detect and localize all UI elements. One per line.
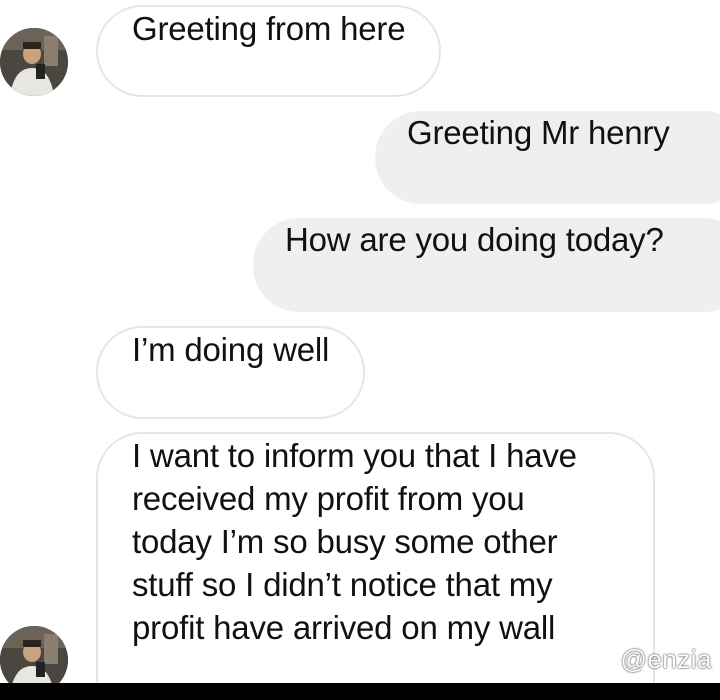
message-bubble-incoming[interactable]: Greeting from here xyxy=(96,5,442,97)
message-text-line: received my profit from you xyxy=(132,480,525,517)
message-text: I’m doing well xyxy=(132,331,330,368)
message-text-line: today I’m so busy some other xyxy=(132,523,558,560)
message-text-line: I want to inform you that I have xyxy=(132,437,577,474)
avatar-icon xyxy=(0,28,68,96)
message-text-line: profit have arrived on my wall xyxy=(132,609,556,646)
chat-thread: Greeting from here Greeting Mr henry How… xyxy=(0,0,720,683)
sender-avatar[interactable] xyxy=(0,626,68,683)
message-bubble-incoming[interactable]: I want to inform you that I have receive… xyxy=(96,432,655,683)
watermark: @enzia xyxy=(620,644,712,674)
sender-avatar[interactable] xyxy=(0,28,68,96)
message-text: Greeting from here xyxy=(132,10,406,47)
message-bubble-incoming[interactable]: I’m doing well xyxy=(96,326,366,419)
bottom-bar xyxy=(0,683,720,700)
avatar-icon xyxy=(0,626,68,683)
message-text-line: stuff so I didn’t notice that my xyxy=(132,566,553,603)
message-bubble-outgoing[interactable]: How are you doing today? xyxy=(253,218,720,312)
message-text: Greeting Mr henry xyxy=(407,114,670,151)
message-text: How are you doing today? xyxy=(285,221,664,258)
message-bubble-outgoing[interactable]: Greeting Mr henry xyxy=(375,111,720,204)
